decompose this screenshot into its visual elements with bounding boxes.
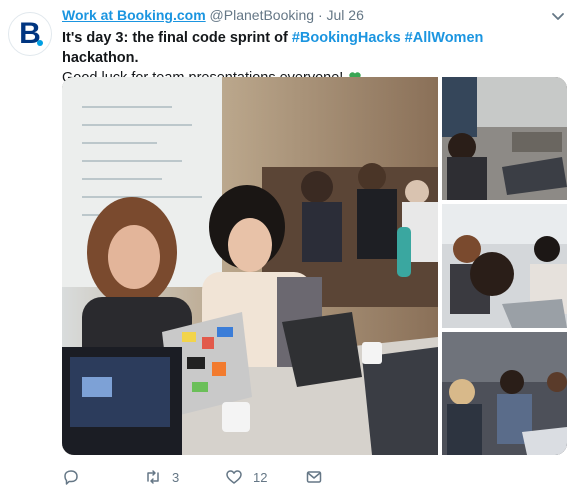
retweet-icon (147, 470, 159, 484)
retweet-count: 3 (172, 469, 180, 485)
main-photo-art (62, 77, 438, 455)
tweet-actions: 3 12 (62, 468, 462, 490)
tweet-media[interactable] (62, 77, 567, 455)
thumbnail-photo-1[interactable] (442, 77, 567, 200)
hashtag-bookinghacks[interactable]: #BookingHacks (292, 30, 401, 46)
avatar[interactable]: B (8, 12, 52, 56)
like-button[interactable]: 12 (225, 468, 267, 486)
reply-button[interactable] (62, 468, 90, 486)
thumbnail-photo-3[interactable] (442, 332, 567, 455)
dm-button[interactable] (305, 468, 333, 486)
chevron-down-icon[interactable] (551, 10, 565, 24)
hashtag-allwomen[interactable]: #AllWomen (405, 30, 484, 46)
thumbnail-2-art (442, 204, 567, 328)
handle[interactable]: @PlanetBooking (210, 7, 315, 23)
tweet-header: Work at Booking.com @PlanetBooking · Jul… (62, 7, 364, 23)
thumbnail-1-art (442, 77, 567, 200)
retweet-button[interactable]: 3 (144, 468, 179, 486)
tweet-card[interactable]: B Work at Booking.com @PlanetBooking · J… (0, 0, 581, 503)
text-part1: It's day 3: the final code sprint of (62, 30, 292, 46)
like-count: 12 (253, 469, 268, 485)
avatar-dot (37, 40, 43, 46)
main-photo[interactable] (62, 77, 438, 455)
thumbnail-photo-2[interactable] (442, 204, 567, 328)
separator: · (317, 7, 323, 23)
like-icon (226, 470, 242, 484)
reply-icon (64, 470, 78, 485)
thumbnail-3-art (442, 332, 567, 455)
text-part2: hackathon. (62, 50, 139, 66)
display-name[interactable]: Work at Booking.com (62, 7, 206, 23)
tweet-date[interactable]: Jul 26 (327, 7, 364, 23)
dm-icon (306, 471, 322, 483)
